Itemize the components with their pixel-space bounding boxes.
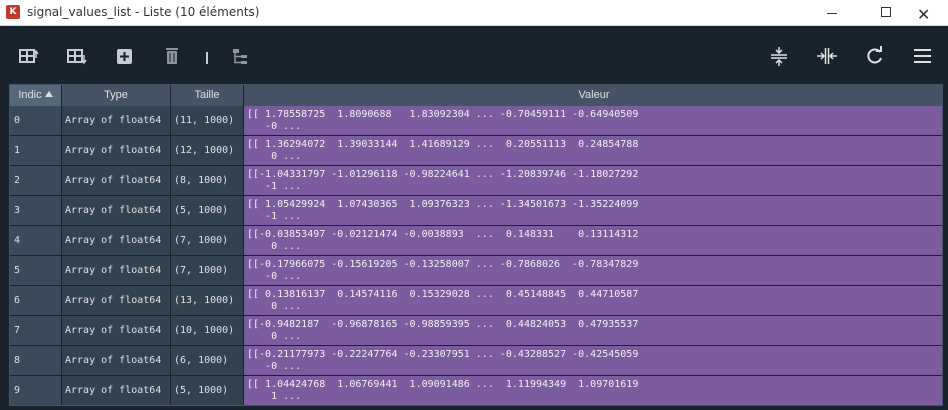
table-row[interactable]: 9 Array of float64 (5, 1000) [[ 1.044247… [10, 376, 942, 405]
header-type[interactable]: Type [62, 85, 171, 106]
options-menu-button[interactable] [912, 46, 934, 66]
value-cell[interactable]: [[-0.9482187 -0.96878165 -0.98859395 ...… [244, 316, 942, 346]
minimize-icon [827, 13, 837, 14]
index-cell: 8 [10, 346, 62, 376]
refresh-button[interactable] [864, 46, 886, 66]
refresh-icon [867, 46, 882, 64]
tree-icon [233, 49, 247, 64]
index-cell: 9 [10, 376, 62, 405]
index-cell: 4 [10, 226, 62, 256]
minimize-button[interactable] [810, 0, 856, 26]
value-cell[interactable]: [[-0.03853497 -0.02121474 -0.0038893 ...… [244, 226, 942, 256]
size-cell: (5, 1000) [171, 196, 244, 226]
tree-view-button[interactable] [230, 46, 252, 66]
toolbar-separator [206, 52, 208, 64]
type-cell: Array of float64 [62, 136, 171, 166]
value-cell[interactable]: [[-0.21177973 -0.22247764 -0.23307951 ..… [244, 346, 942, 376]
value-cell[interactable]: [[ 0.13816137 0.14574116 0.15329028 ... … [244, 286, 942, 316]
index-cell: 0 [10, 106, 62, 136]
type-cell: Array of float64 [62, 226, 171, 256]
index-cell: 5 [10, 256, 62, 286]
table-row[interactable]: 5 Array of float64 (7, 1000) [[-0.179660… [10, 256, 942, 286]
sort-ascending-icon [44, 91, 53, 97]
insert-row-below-button[interactable] [66, 46, 88, 66]
size-cell: (5, 1000) [171, 376, 244, 405]
size-cell: (13, 1000) [171, 286, 244, 316]
value-cell[interactable]: [[ 1.78558725 1.8090688 1.83092304 ... -… [244, 106, 942, 136]
delete-button[interactable] [162, 46, 184, 66]
type-cell: Array of float64 [62, 166, 171, 196]
table-row[interactable]: 3 Array of float64 (5, 1000) [[ 1.054299… [10, 196, 942, 226]
insert-row-below-icon [67, 49, 87, 65]
toolbar [0, 26, 948, 82]
table-row[interactable]: 0 Array of float64 (11, 1000) [[ 1.78558… [10, 106, 942, 136]
size-cell: (12, 1000) [171, 136, 244, 166]
maximize-icon [881, 7, 891, 17]
value-cell[interactable]: [[ 1.05429924 1.07430365 1.09376323 ... … [244, 196, 942, 226]
value-cell[interactable]: [[-0.17966075 -0.15619205 -0.13258007 ..… [244, 256, 942, 286]
header-value[interactable]: Valeur [244, 85, 942, 106]
type-cell: Array of float64 [62, 106, 171, 136]
add-icon [117, 49, 132, 64]
size-cell: (6, 1000) [171, 346, 244, 376]
collection-table[interactable]: Indic Type Taille Valeur 0 Array of floa… [9, 84, 943, 406]
app-icon: K [6, 5, 20, 19]
index-cell: 3 [10, 196, 62, 226]
insert-row-above-button[interactable] [18, 46, 40, 66]
type-cell: Array of float64 [62, 286, 171, 316]
value-cell[interactable]: [[-1.04331797 -1.01296118 -0.98224641 ..… [244, 166, 942, 196]
size-cell: (7, 1000) [171, 226, 244, 256]
window-title: signal_values_list - Liste (10 éléments) [27, 5, 260, 19]
index-cell: 7 [10, 316, 62, 346]
size-cell: (11, 1000) [171, 106, 244, 136]
delete-icon [166, 48, 178, 64]
value-cell[interactable]: [[ 1.04424768 1.06769441 1.09091486 ... … [244, 376, 942, 405]
close-button[interactable]: ✕ [900, 0, 948, 26]
index-cell: 2 [10, 166, 62, 196]
menu-icon [914, 49, 931, 63]
type-cell: Array of float64 [62, 256, 171, 286]
title-bar: K signal_values_list - Liste (10 élément… [0, 0, 948, 26]
type-cell: Array of float64 [62, 376, 171, 405]
type-cell: Array of float64 [62, 316, 171, 346]
size-cell: (8, 1000) [171, 166, 244, 196]
table-row[interactable]: 7 Array of float64 (10, 1000) [[-0.94821… [10, 316, 942, 346]
resize-columns-button[interactable] [816, 46, 838, 66]
close-icon: ✕ [917, 5, 931, 24]
resize-columns-icon [817, 48, 837, 64]
header-size[interactable]: Taille [171, 85, 244, 106]
table-row[interactable]: 6 Array of float64 (13, 1000) [[ 0.13816… [10, 286, 942, 316]
table-row[interactable]: 1 Array of float64 (12, 1000) [[ 1.36294… [10, 136, 942, 166]
type-cell: Array of float64 [62, 346, 171, 376]
header-index[interactable]: Indic [10, 85, 62, 106]
resize-rows-button[interactable] [768, 46, 790, 66]
resize-rows-icon [771, 47, 787, 66]
size-cell: (10, 1000) [171, 316, 244, 346]
table-row[interactable]: 8 Array of float64 (6, 1000) [[-0.211779… [10, 346, 942, 376]
index-cell: 1 [10, 136, 62, 166]
index-cell: 6 [10, 286, 62, 316]
type-cell: Array of float64 [62, 196, 171, 226]
value-cell[interactable]: [[ 1.36294072 1.39033144 1.41689129 ... … [244, 136, 942, 166]
size-cell: (7, 1000) [171, 256, 244, 286]
table-row[interactable]: 4 Array of float64 (7, 1000) [[-0.038534… [10, 226, 942, 256]
add-button[interactable] [114, 46, 136, 66]
table-row[interactable]: 2 Array of float64 (8, 1000) [[-1.043317… [10, 166, 942, 196]
insert-row-above-icon [19, 49, 39, 63]
